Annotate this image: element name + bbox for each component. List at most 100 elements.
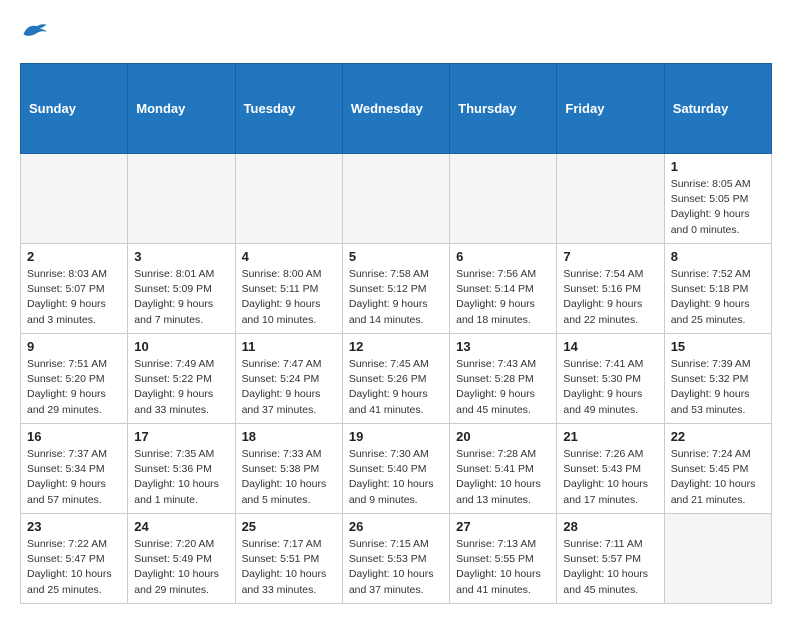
day-info: Sunrise: 7:28 AM Sunset: 5:41 PM Dayligh… xyxy=(456,447,550,508)
calendar-cell: 9 Sunrise: 7:51 AM Sunset: 5:20 PM Daylig… xyxy=(21,334,128,424)
day-number: 6 xyxy=(456,249,550,264)
day-number: 23 xyxy=(27,519,121,534)
day-number: 10 xyxy=(134,339,228,354)
calendar-cell xyxy=(21,154,128,244)
day-info: Sunrise: 7:45 AM Sunset: 5:26 PM Dayligh… xyxy=(349,357,443,418)
calendar-cell: 15 Sunrise: 7:39 AM Sunset: 5:32 PM Dayli… xyxy=(664,334,771,424)
day-number: 17 xyxy=(134,429,228,444)
calendar-cell: 2Sunrise: 8:03 AM Sunset: 5:07 PM Daylig… xyxy=(21,244,128,334)
logo xyxy=(20,20,52,47)
day-number: 4 xyxy=(242,249,336,264)
calendar-cell xyxy=(664,514,771,604)
day-number: 2 xyxy=(27,249,121,264)
day-info: Sunrise: 7:26 AM Sunset: 5:43 PM Dayligh… xyxy=(563,447,657,508)
calendar-cell: 3 Sunrise: 8:01 AM Sunset: 5:09 PM Daylig… xyxy=(128,244,235,334)
day-number: 13 xyxy=(456,339,550,354)
calendar-cell: 19 Sunrise: 7:30 AM Sunset: 5:40 PM Dayli… xyxy=(342,424,449,514)
day-number: 9 xyxy=(27,339,121,354)
calendar-cell: 12 Sunrise: 7:45 AM Sunset: 5:26 PM Dayli… xyxy=(342,334,449,424)
calendar-week-4: 23 Sunrise: 7:22 AM Sunset: 5:47 PM Dayli… xyxy=(21,514,772,604)
day-info: Sunrise: 7:58 AM Sunset: 5:12 PM Dayligh… xyxy=(349,267,443,328)
day-number: 8 xyxy=(671,249,765,264)
calendar-cell: 23 Sunrise: 7:22 AM Sunset: 5:47 PM Dayli… xyxy=(21,514,128,604)
day-info: Sunrise: 7:22 AM Sunset: 5:47 PM Dayligh… xyxy=(27,537,121,598)
weekday-header-monday: Monday xyxy=(128,64,235,154)
day-number: 16 xyxy=(27,429,121,444)
calendar-cell: 18Sunrise: 7:33 AM Sunset: 5:38 PM Dayli… xyxy=(235,424,342,514)
weekday-header-saturday: Saturday xyxy=(664,64,771,154)
calendar-cell: 17 Sunrise: 7:35 AM Sunset: 5:36 PM Dayli… xyxy=(128,424,235,514)
calendar-cell: 11Sunrise: 7:47 AM Sunset: 5:24 PM Dayli… xyxy=(235,334,342,424)
day-number: 12 xyxy=(349,339,443,354)
day-info: Sunrise: 8:05 AM Sunset: 5:05 PM Dayligh… xyxy=(671,177,765,238)
day-info: Sunrise: 7:17 AM Sunset: 5:51 PM Dayligh… xyxy=(242,537,336,598)
calendar-cell: 5 Sunrise: 7:58 AM Sunset: 5:12 PM Daylig… xyxy=(342,244,449,334)
day-info: Sunrise: 8:01 AM Sunset: 5:09 PM Dayligh… xyxy=(134,267,228,328)
day-number: 5 xyxy=(349,249,443,264)
calendar-cell: 16 Sunrise: 7:37 AM Sunset: 5:34 PM Dayli… xyxy=(21,424,128,514)
day-number: 14 xyxy=(563,339,657,354)
day-info: Sunrise: 7:49 AM Sunset: 5:22 PM Dayligh… xyxy=(134,357,228,418)
weekday-header-row: SundayMondayTuesdayWednesdayThursdayFrid… xyxy=(21,64,772,154)
calendar-cell: 20 Sunrise: 7:28 AM Sunset: 5:41 PM Dayli… xyxy=(450,424,557,514)
logo-bird-icon xyxy=(20,20,48,42)
calendar-cell xyxy=(235,154,342,244)
calendar-cell: 21 Sunrise: 7:26 AM Sunset: 5:43 PM Dayli… xyxy=(557,424,664,514)
day-number: 7 xyxy=(563,249,657,264)
day-number: 22 xyxy=(671,429,765,444)
day-number: 25 xyxy=(242,519,336,534)
day-number: 27 xyxy=(456,519,550,534)
calendar-cell xyxy=(128,154,235,244)
calendar-cell: 4Sunrise: 8:00 AM Sunset: 5:11 PM Daylig… xyxy=(235,244,342,334)
day-number: 26 xyxy=(349,519,443,534)
calendar-cell: 28Sunrise: 7:11 AM Sunset: 5:57 PM Dayli… xyxy=(557,514,664,604)
calendar-cell: 13 Sunrise: 7:43 AM Sunset: 5:28 PM Dayli… xyxy=(450,334,557,424)
day-number: 3 xyxy=(134,249,228,264)
day-info: Sunrise: 7:56 AM Sunset: 5:14 PM Dayligh… xyxy=(456,267,550,328)
day-number: 21 xyxy=(563,429,657,444)
calendar-cell: 1 Sunrise: 8:05 AM Sunset: 5:05 PM Daylig… xyxy=(664,154,771,244)
day-info: Sunrise: 7:13 AM Sunset: 5:55 PM Dayligh… xyxy=(456,537,550,598)
calendar-cell: 24 Sunrise: 7:20 AM Sunset: 5:49 PM Dayli… xyxy=(128,514,235,604)
day-info: Sunrise: 7:35 AM Sunset: 5:36 PM Dayligh… xyxy=(134,447,228,508)
calendar-week-2: 9 Sunrise: 7:51 AM Sunset: 5:20 PM Daylig… xyxy=(21,334,772,424)
day-info: Sunrise: 7:30 AM Sunset: 5:40 PM Dayligh… xyxy=(349,447,443,508)
weekday-header-sunday: Sunday xyxy=(21,64,128,154)
weekday-header-wednesday: Wednesday xyxy=(342,64,449,154)
day-info: Sunrise: 7:37 AM Sunset: 5:34 PM Dayligh… xyxy=(27,447,121,508)
calendar-cell: 7 Sunrise: 7:54 AM Sunset: 5:16 PM Daylig… xyxy=(557,244,664,334)
day-info: Sunrise: 7:54 AM Sunset: 5:16 PM Dayligh… xyxy=(563,267,657,328)
calendar-cell: 25 Sunrise: 7:17 AM Sunset: 5:51 PM Dayli… xyxy=(235,514,342,604)
day-number: 24 xyxy=(134,519,228,534)
weekday-header-tuesday: Tuesday xyxy=(235,64,342,154)
day-number: 1 xyxy=(671,159,765,174)
day-number: 15 xyxy=(671,339,765,354)
calendar-cell xyxy=(450,154,557,244)
day-info: Sunrise: 7:52 AM Sunset: 5:18 PM Dayligh… xyxy=(671,267,765,328)
day-info: Sunrise: 7:24 AM Sunset: 5:45 PM Dayligh… xyxy=(671,447,765,508)
calendar-cell: 26 Sunrise: 7:15 AM Sunset: 5:53 PM Dayli… xyxy=(342,514,449,604)
day-number: 20 xyxy=(456,429,550,444)
calendar-week-3: 16 Sunrise: 7:37 AM Sunset: 5:34 PM Dayli… xyxy=(21,424,772,514)
day-number: 11 xyxy=(242,339,336,354)
calendar-cell: 8 Sunrise: 7:52 AM Sunset: 5:18 PM Daylig… xyxy=(664,244,771,334)
weekday-header-friday: Friday xyxy=(557,64,664,154)
day-info: Sunrise: 7:20 AM Sunset: 5:49 PM Dayligh… xyxy=(134,537,228,598)
day-info: Sunrise: 7:41 AM Sunset: 5:30 PM Dayligh… xyxy=(563,357,657,418)
calendar-cell: 27 Sunrise: 7:13 AM Sunset: 5:55 PM Dayli… xyxy=(450,514,557,604)
day-number: 28 xyxy=(563,519,657,534)
calendar-table: SundayMondayTuesdayWednesdayThursdayFrid… xyxy=(20,63,772,604)
weekday-header-thursday: Thursday xyxy=(450,64,557,154)
day-info: Sunrise: 7:33 AM Sunset: 5:38 PM Dayligh… xyxy=(242,447,336,508)
calendar-cell: 6 Sunrise: 7:56 AM Sunset: 5:14 PM Daylig… xyxy=(450,244,557,334)
day-number: 19 xyxy=(349,429,443,444)
day-info: Sunrise: 7:15 AM Sunset: 5:53 PM Dayligh… xyxy=(349,537,443,598)
day-info: Sunrise: 7:39 AM Sunset: 5:32 PM Dayligh… xyxy=(671,357,765,418)
header xyxy=(20,20,772,47)
calendar-cell: 10 Sunrise: 7:49 AM Sunset: 5:22 PM Dayli… xyxy=(128,334,235,424)
day-info: Sunrise: 7:43 AM Sunset: 5:28 PM Dayligh… xyxy=(456,357,550,418)
day-info: Sunrise: 7:51 AM Sunset: 5:20 PM Dayligh… xyxy=(27,357,121,418)
calendar-cell xyxy=(342,154,449,244)
calendar-cell: 22 Sunrise: 7:24 AM Sunset: 5:45 PM Dayli… xyxy=(664,424,771,514)
calendar-cell: 14 Sunrise: 7:41 AM Sunset: 5:30 PM Dayli… xyxy=(557,334,664,424)
